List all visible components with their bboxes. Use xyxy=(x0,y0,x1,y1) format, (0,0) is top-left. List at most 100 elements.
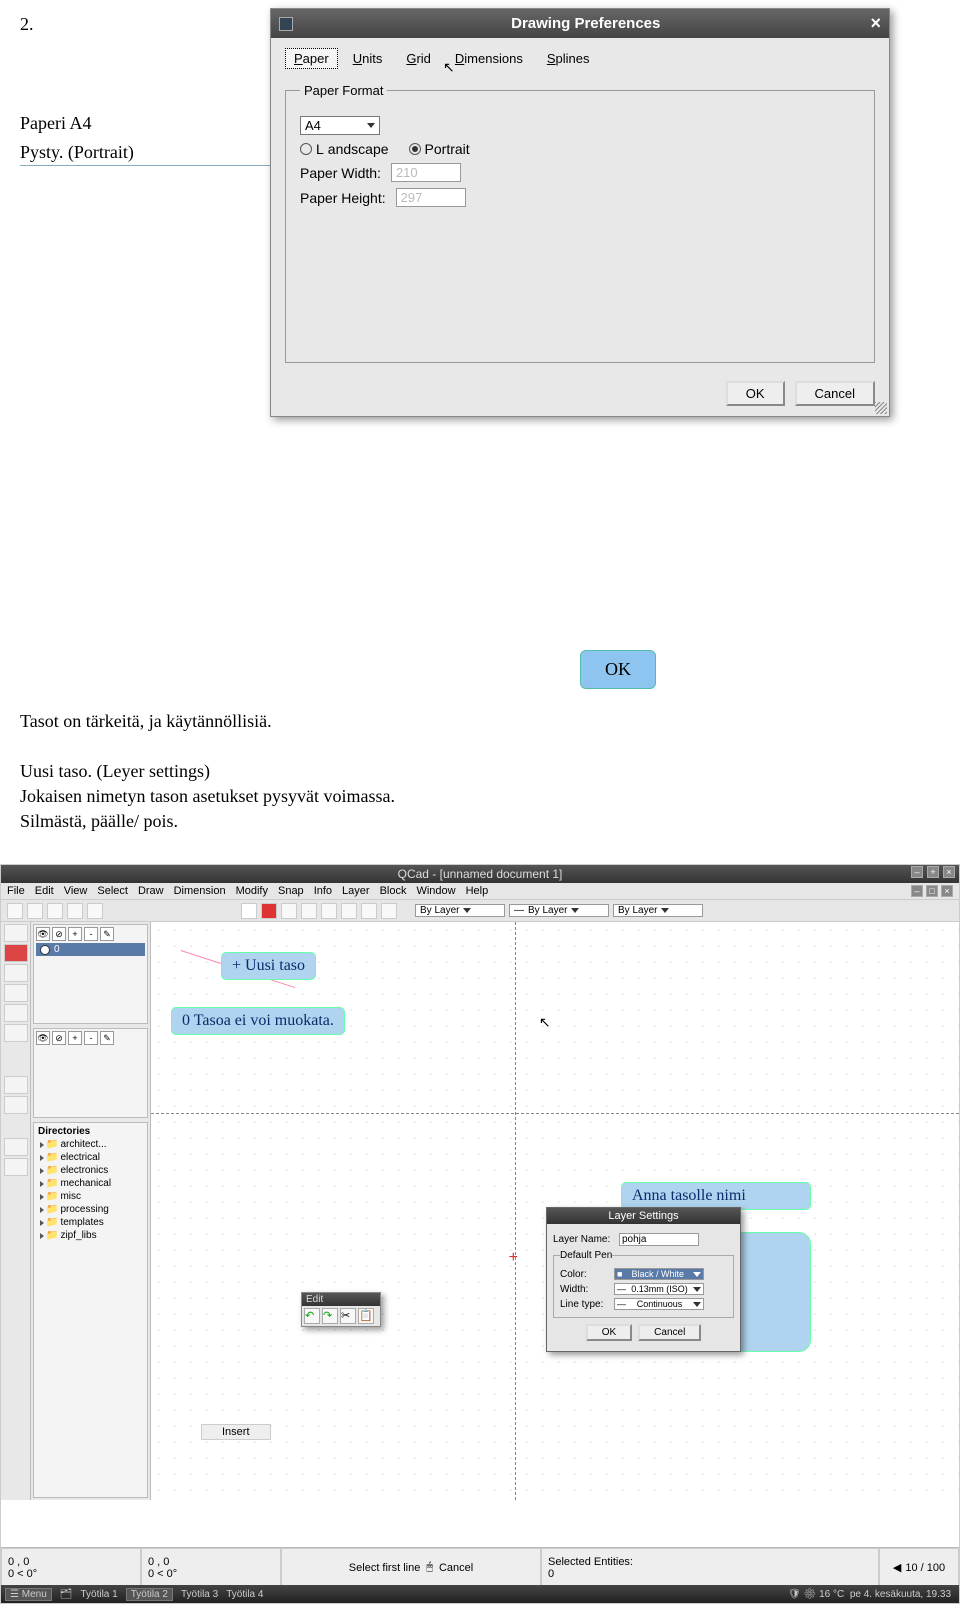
eye-icon[interactable]: 👁 xyxy=(36,1031,50,1045)
cut-icon[interactable]: ✂ xyxy=(340,1308,356,1324)
tool-icon[interactable] xyxy=(7,903,23,919)
paper-height-input[interactable]: 297 xyxy=(396,188,466,207)
workspace[interactable]: Työtila 4 xyxy=(226,1589,263,1600)
tool-icon[interactable] xyxy=(27,903,43,919)
workspace[interactable]: Työtila 3 xyxy=(181,1589,218,1600)
tray-icon[interactable]: ⚙ xyxy=(804,1589,817,1600)
doc-restore-icon[interactable]: □ xyxy=(926,885,938,897)
tool-icon[interactable] xyxy=(4,1024,28,1042)
color-combo[interactable]: By Layer xyxy=(415,904,505,917)
doc-min-icon[interactable]: – xyxy=(911,885,923,897)
menu-window[interactable]: Window xyxy=(416,885,455,897)
tool-icon[interactable] xyxy=(4,984,28,1002)
tab-grid[interactable]: Grid xyxy=(397,48,440,69)
dir-item[interactable]: 📁misc xyxy=(36,1190,145,1203)
tool-icon[interactable] xyxy=(4,1096,28,1114)
dir-item[interactable]: 📁templates xyxy=(36,1216,145,1229)
close-icon[interactable]: × xyxy=(943,866,955,878)
menu-draw[interactable]: Draw xyxy=(138,885,164,897)
status-abs-coord: 0 , 0 xyxy=(8,1556,134,1568)
menu-layer[interactable]: Layer xyxy=(342,885,370,897)
drawing-canvas[interactable]: + ↖ + Uusi taso 0 Tasoa ei voi muokata. … xyxy=(151,922,959,1500)
tool-icon[interactable] xyxy=(67,903,83,919)
linetype-combo[interactable]: By Layer xyxy=(613,904,703,917)
tool-icon[interactable] xyxy=(47,903,63,919)
dir-item[interactable]: 📁electronics xyxy=(36,1164,145,1177)
tool-icon[interactable] xyxy=(281,903,297,919)
dir-item[interactable]: 📁mechanical xyxy=(36,1177,145,1190)
tray-icon[interactable]: 🛡 xyxy=(788,1589,801,1600)
tool-icon[interactable] xyxy=(241,903,257,919)
edit-toolbox[interactable]: Edit ↶ ↷ ✂ 📋 xyxy=(301,1292,381,1327)
tool-icon[interactable] xyxy=(4,924,28,942)
dir-item[interactable]: 📁architect... xyxy=(36,1138,145,1151)
doc-close-icon[interactable]: × xyxy=(941,885,953,897)
linewidth-combo[interactable]: —By Layer xyxy=(509,904,609,917)
menu-snap[interactable]: Snap xyxy=(278,885,304,897)
visibility-icon[interactable] xyxy=(40,945,50,955)
tab-units[interactable]: Units xyxy=(344,48,392,69)
tool-icon[interactable] xyxy=(4,1138,28,1156)
tool-icon[interactable] xyxy=(4,944,28,962)
menu-view[interactable]: View xyxy=(64,885,88,897)
pen-color-select[interactable]: ■Black / White xyxy=(614,1268,704,1280)
workspace-active[interactable]: Työtila 2 xyxy=(126,1588,173,1601)
cancel-button[interactable]: Cancel xyxy=(795,381,875,406)
edit-layer-button[interactable]: ✎ xyxy=(100,927,114,941)
menu-info[interactable]: Info xyxy=(314,885,332,897)
menu-select[interactable]: Select xyxy=(97,885,128,897)
ok-button[interactable]: OK xyxy=(726,381,785,406)
redo-icon[interactable]: ↷ xyxy=(322,1308,338,1324)
tool-icon[interactable] xyxy=(301,903,317,919)
dir-item[interactable]: 📁electrical xyxy=(36,1151,145,1164)
add-layer-button[interactable]: + xyxy=(68,927,82,941)
tool-icon[interactable] xyxy=(4,1076,28,1094)
pen-width-select[interactable]: —0.13mm (ISO) xyxy=(614,1283,704,1295)
files-icon[interactable]: 🗂 xyxy=(60,1589,73,1600)
tool-icon[interactable] xyxy=(341,903,357,919)
tab-dimensions[interactable]: Dimensions xyxy=(446,48,532,69)
tool-icon[interactable] xyxy=(4,964,28,982)
tab-splines[interactable]: Splines xyxy=(538,48,599,69)
resize-grip-icon[interactable] xyxy=(875,402,887,414)
edit-button[interactable]: ✎ xyxy=(100,1031,114,1045)
tool-icon[interactable] xyxy=(4,1004,28,1022)
layer-ok-button[interactable]: OK xyxy=(586,1324,632,1341)
close-icon[interactable]: × xyxy=(870,13,881,34)
pen-linetype-select[interactable]: —Continuous xyxy=(614,1298,704,1310)
hide-icon[interactable]: ⊘ xyxy=(52,1031,66,1045)
start-menu[interactable]: ☰ Menu xyxy=(5,1588,52,1601)
remove-layer-button[interactable]: - xyxy=(84,927,98,941)
tool-icon[interactable] xyxy=(381,903,397,919)
menu-help[interactable]: Help xyxy=(466,885,489,897)
dir-item[interactable]: 📁zipf_libs xyxy=(36,1229,145,1242)
layer-cancel-button[interactable]: Cancel xyxy=(638,1324,701,1341)
add-button[interactable]: + xyxy=(68,1031,82,1045)
eye-icon[interactable]: 👁 xyxy=(36,927,50,941)
layer-0-row[interactable]: 0 xyxy=(36,943,145,956)
paste-icon[interactable]: 📋 xyxy=(358,1308,374,1324)
menu-block[interactable]: Block xyxy=(380,885,407,897)
menu-edit[interactable]: Edit xyxy=(35,885,54,897)
workspace[interactable]: Työtila 1 xyxy=(80,1589,117,1600)
layer-name-input[interactable]: pohja xyxy=(619,1233,699,1246)
portrait-radio[interactable]: Portrait xyxy=(409,141,470,157)
tool-icon[interactable] xyxy=(361,903,377,919)
tool-icon[interactable] xyxy=(321,903,337,919)
hide-icon[interactable]: ⊘ xyxy=(52,927,66,941)
maximize-icon[interactable]: + xyxy=(927,866,939,878)
undo-icon[interactable]: ↶ xyxy=(304,1308,320,1324)
landscape-radio[interactable]: Landscape xyxy=(300,141,389,157)
tool-icon[interactable] xyxy=(87,903,103,919)
dir-item[interactable]: 📁processing xyxy=(36,1203,145,1216)
remove-button[interactable]: - xyxy=(84,1031,98,1045)
tool-icon[interactable] xyxy=(4,1158,28,1176)
menu-dimension[interactable]: Dimension xyxy=(174,885,226,897)
menu-modify[interactable]: Modify xyxy=(236,885,268,897)
tool-icon[interactable] xyxy=(261,903,277,919)
tab-paper[interactable]: Paper xyxy=(285,48,338,69)
paper-width-input[interactable]: 210 xyxy=(391,163,461,182)
minimize-icon[interactable]: – xyxy=(911,866,923,878)
menu-file[interactable]: File xyxy=(7,885,25,897)
paper-size-select[interactable]: A4 xyxy=(300,116,380,135)
